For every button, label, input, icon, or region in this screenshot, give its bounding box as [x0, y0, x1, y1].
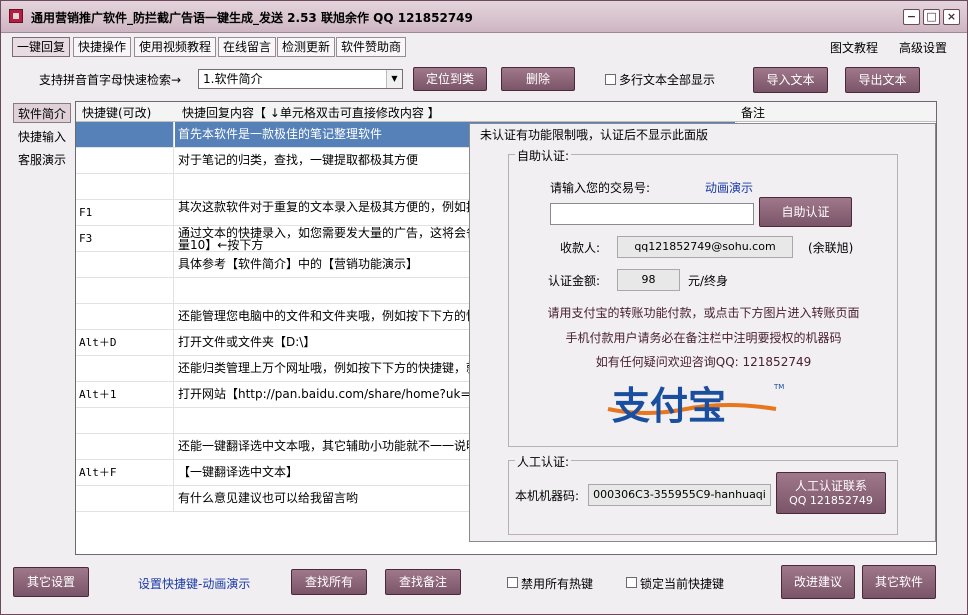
transaction-id-label: 请输入您的交易号:: [550, 181, 651, 195]
row-key[interactable]: [76, 486, 174, 511]
table-header: 快捷键(可改) 快捷回复内容【 ↓单元格双击可直接修改内容 】 备注: [76, 102, 936, 122]
self-auth-group-label: 自助认证:: [515, 147, 572, 164]
machine-code-label: 本机机器码:: [515, 489, 580, 503]
other-settings-button[interactable]: 其它设置: [13, 567, 89, 597]
locate-category-button[interactable]: 定位到类: [413, 67, 487, 91]
header-notes[interactable]: 备注: [741, 104, 765, 121]
tab-check-update[interactable]: 检测更新: [277, 37, 336, 57]
payee-label: 收款人:: [560, 241, 601, 255]
row-key[interactable]: F1: [76, 200, 174, 225]
disable-hotkeys-label: 禁用所有热键: [521, 577, 594, 591]
info-line-contact: 如有任何疑问欢迎咨询QQ: 121852749: [595, 355, 812, 369]
row-key[interactable]: [76, 356, 174, 381]
other-software-button[interactable]: 其它软件: [862, 565, 936, 599]
menu-graphic-tutorial[interactable]: 图文教程: [830, 39, 878, 56]
header-reply-content[interactable]: 快捷回复内容【 ↓单元格双击可直接修改内容 】: [182, 104, 440, 121]
row-key[interactable]: [76, 434, 174, 459]
tab-quick-ops[interactable]: 快捷操作: [73, 37, 132, 57]
transaction-id-input[interactable]: [550, 203, 754, 225]
chevron-down-icon[interactable]: ▼: [386, 70, 402, 88]
maximize-button[interactable]: □: [923, 9, 940, 25]
manual-auth-contact-button[interactable]: 人工认证联系 QQ 121852749: [776, 472, 886, 514]
import-text-button[interactable]: 导入文本: [753, 67, 828, 93]
alipay-logo-text: 支付宝: [612, 384, 726, 428]
tab-sponsor[interactable]: 软件赞助商: [336, 37, 407, 57]
pinyin-search-label: 支持拼音首字母快速检索→: [39, 73, 182, 87]
close-button[interactable]: ×: [943, 9, 960, 25]
row-key[interactable]: Alt＋1: [76, 382, 174, 407]
tab-video-tutorial[interactable]: 使用视频教程: [134, 37, 217, 57]
multiline-checkbox[interactable]: [605, 74, 616, 85]
amount-unit: 元/终身: [688, 274, 729, 288]
animation-demo-link[interactable]: 动画演示: [705, 179, 753, 196]
header-shortcut-key[interactable]: 快捷键(可改): [82, 104, 151, 121]
self-auth-button[interactable]: 自助认证: [759, 197, 852, 227]
find-notes-button[interactable]: 查找备注: [385, 569, 461, 595]
info-line-mobile: 手机付款用户请务必在备注栏中注明要授权的机器码: [565, 331, 842, 345]
toolbar: 支持拼音首字母快速检索→ 1.软件简介 ▼ 定位到类 删除 多行文本全部显示 导…: [1, 59, 967, 101]
tab-online-message[interactable]: 在线留言: [218, 37, 277, 57]
row-key[interactable]: [76, 148, 174, 173]
manual-auth-button-line1: 人工认证联系: [794, 479, 867, 494]
row-key[interactable]: [76, 408, 174, 433]
info-line-transfer: 请用支付宝的转账功能付款，或点击下方图片进入转账页面: [547, 306, 860, 320]
row-key[interactable]: Alt＋F: [76, 460, 174, 485]
multiline-checkbox-label: 多行文本全部显示: [619, 73, 716, 87]
payee-name: (余联旭): [808, 241, 854, 255]
disable-hotkeys-checkbox[interactable]: [507, 577, 518, 588]
alipay-logo-graphic: 支付宝 TM: [607, 383, 784, 428]
row-key[interactable]: [76, 304, 174, 329]
category-select-value: 1.软件简介: [203, 72, 263, 86]
alipay-tm: TM: [773, 383, 784, 391]
bottom-bar: 其它设置 设置快捷键-动画演示 查找所有 查找备注 禁用所有热键 锁定当前快捷键…: [1, 557, 967, 615]
auth-panel: 未认证有功能限制哦，认证后不显示此面版 自助认证: 请输入您的交易号: 动画演示…: [469, 123, 936, 542]
row-key[interactable]: [76, 252, 174, 277]
category-select[interactable]: 1.软件简介 ▼: [198, 69, 403, 89]
manual-auth-group-label: 人工认证:: [515, 453, 572, 470]
row-key[interactable]: [76, 174, 174, 199]
row-key[interactable]: [76, 122, 174, 147]
suggestion-button[interactable]: 改进建议: [781, 565, 855, 599]
row-key[interactable]: Alt＋D: [76, 330, 174, 355]
manual-auth-button-line2: QQ 121852749: [789, 493, 873, 507]
lock-shortcut-label: 锁定当前快捷键: [640, 577, 725, 591]
amount-label: 认证金额:: [548, 274, 601, 288]
menu-bar: 一键回复 快捷操作 使用视频教程 在线留言 检测更新 软件赞助商 图文教程 高级…: [1, 33, 967, 59]
lock-shortcut-checkbox[interactable]: [626, 577, 637, 588]
sidebar-item-quick-input[interactable]: 快捷输入: [13, 127, 71, 147]
title-bar[interactable]: 通用营销推广软件_防拦截广告语一键生成_发送 2.53 联旭余作 QQ 1218…: [1, 1, 967, 33]
row-key[interactable]: [76, 278, 174, 303]
sidebar-item-service-demo[interactable]: 客服演示: [13, 150, 71, 170]
menu-advanced-settings[interactable]: 高级设置: [899, 39, 947, 56]
window-title: 通用营销推广软件_防拦截广告语一键生成_发送 2.53 联旭余作 QQ 1218…: [31, 11, 473, 25]
row-key[interactable]: F3: [76, 226, 174, 251]
main-window: 通用营销推广软件_防拦截广告语一键生成_发送 2.53 联旭余作 QQ 1218…: [0, 0, 968, 615]
alipay-logo[interactable]: 支付宝 TM: [606, 379, 794, 429]
shortcut-demo-link[interactable]: 设置快捷键-动画演示: [138, 575, 250, 592]
delete-button[interactable]: 删除: [501, 67, 575, 91]
sidebar-item-intro[interactable]: 软件简介: [13, 103, 71, 123]
machine-code-field[interactable]: 000306C3-355955C9-hanhuaqi: [588, 484, 771, 506]
payee-account-field[interactable]: qq121852749@sohu.com: [617, 236, 793, 258]
app-icon: [9, 9, 23, 23]
export-text-button[interactable]: 导出文本: [845, 67, 920, 93]
auth-panel-title: 未认证有功能限制哦，认证后不显示此面版: [478, 126, 711, 143]
find-all-button[interactable]: 查找所有: [291, 569, 367, 595]
tab-one-click-reply[interactable]: 一键回复: [12, 37, 71, 57]
amount-field[interactable]: 98: [617, 269, 680, 291]
minimize-button[interactable]: −: [903, 9, 920, 25]
